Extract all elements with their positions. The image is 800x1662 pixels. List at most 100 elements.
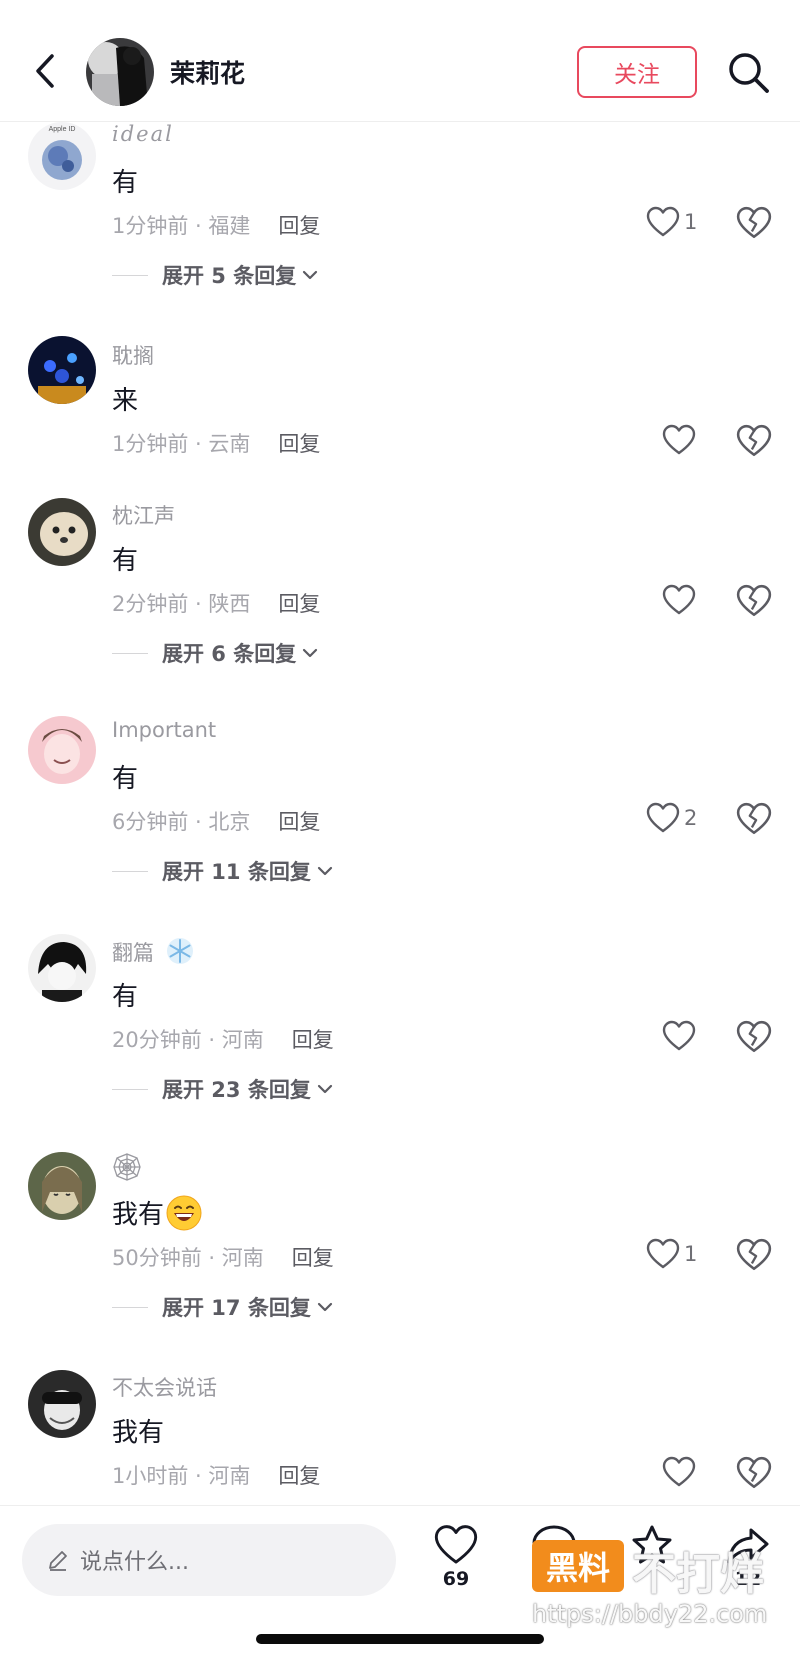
like-button[interactable]: [662, 1456, 700, 1488]
watermark-url: https://bbdy22.com: [532, 1600, 768, 1628]
like-video-button[interactable]: 69: [426, 1524, 486, 1590]
dislike-button[interactable]: [736, 1456, 772, 1490]
comment-avatar[interactable]: [28, 1370, 96, 1438]
heart-icon: [662, 584, 696, 615]
divider-line: [112, 870, 148, 872]
reply-button[interactable]: 回复: [278, 214, 320, 238]
like-button[interactable]: [662, 424, 700, 456]
comment-meta: 6分钟前 · 北京 回复: [112, 806, 320, 836]
expand-replies-button[interactable]: 展开 5 条回复: [112, 260, 318, 290]
heart-icon: [646, 206, 680, 237]
like-button[interactable]: 2: [646, 802, 697, 834]
comment-text-row: 我有: [112, 1194, 202, 1231]
expand-replies-label: 展开 5 条回复: [162, 264, 297, 288]
divider-line: [112, 274, 148, 276]
svg-text:Apple ID: Apple ID: [49, 126, 76, 133]
expand-replies-button[interactable]: 展开 17 条回复: [112, 1292, 333, 1322]
dislike-button[interactable]: [736, 206, 772, 240]
expand-replies-button[interactable]: 展开 6 条回复: [112, 638, 318, 668]
comment-username[interactable]: Important: [112, 718, 216, 742]
comment-text: 有: [112, 546, 139, 576]
chevron-down-icon: [317, 866, 332, 876]
reply-button[interactable]: 回复: [278, 432, 320, 456]
watermark-badge: 黑料: [532, 1540, 624, 1592]
dislike-button[interactable]: [736, 1020, 772, 1054]
comment-avatar[interactable]: Apple ID: [28, 122, 96, 190]
dislike-button[interactable]: [736, 584, 772, 618]
divider-line: [112, 1306, 148, 1308]
comment-avatar[interactable]: [28, 336, 96, 404]
broken-heart-icon: [736, 1020, 772, 1053]
search-icon: [729, 53, 769, 93]
search-button[interactable]: [726, 50, 772, 96]
divider-line: [112, 652, 148, 654]
comment-meta: 2分钟前 · 陕西 回复: [112, 588, 320, 618]
heart-icon: [662, 1020, 696, 1051]
reply-button[interactable]: 回复: [292, 1246, 334, 1270]
comment-username[interactable]: 翻篇: [112, 941, 154, 965]
reply-button[interactable]: 回复: [292, 1028, 334, 1052]
comment-username-row[interactable]: 翻篇: [112, 936, 195, 967]
comment-input-placeholder: 说点什么...: [80, 1550, 189, 1575]
comment-meta: 50分钟前 · 河南 回复: [112, 1242, 334, 1272]
chevron-left-icon: [36, 54, 54, 88]
like-count: 2: [684, 806, 698, 830]
like-count: 1: [684, 210, 698, 234]
follow-button[interactable]: 关注: [577, 46, 697, 98]
like-button[interactable]: 1: [646, 1238, 697, 1270]
expand-replies-button[interactable]: 展开 11 条回复: [112, 856, 333, 886]
top-bar: 茉莉花 关注: [0, 0, 800, 122]
comment-text: 我有: [112, 1200, 165, 1230]
comment-username[interactable]: 不太会说话: [112, 1372, 217, 1402]
home-indicator[interactable]: [256, 1634, 544, 1644]
comment-time-location: 20分钟前 · 河南: [112, 1028, 264, 1052]
comment-meta: 20分钟前 · 河南 回复: [112, 1024, 334, 1054]
comment-text: 我有: [112, 1418, 165, 1448]
broken-heart-icon: [736, 1238, 772, 1271]
comment-time-location: 6分钟前 · 北京: [112, 810, 251, 834]
comment-avatar[interactable]: [28, 716, 96, 784]
broken-heart-icon: [736, 584, 772, 617]
like-button[interactable]: 1: [646, 206, 697, 238]
comment-username[interactable]: ideal: [112, 122, 174, 146]
chevron-down-icon: [303, 270, 318, 280]
heart-icon: [662, 1456, 696, 1487]
dislike-button[interactable]: [736, 424, 772, 458]
likes-count: 69: [442, 1568, 470, 1590]
comment-avatar[interactable]: [28, 1152, 96, 1220]
grinning-face-emoji-icon: [166, 1195, 202, 1230]
expand-replies-label: 展开 6 条回复: [162, 642, 297, 666]
comment-text: 有: [112, 982, 139, 1012]
comment-time-location: 2分钟前 · 陕西: [112, 592, 251, 616]
comment-username[interactable]: 耽搁: [112, 340, 154, 370]
comment-username-row[interactable]: [112, 1152, 142, 1187]
comment-avatar[interactable]: [28, 498, 96, 566]
like-button[interactable]: [662, 584, 700, 616]
reply-button[interactable]: 回复: [278, 1464, 320, 1488]
expand-replies-button[interactable]: 展开 23 条回复: [112, 1074, 333, 1104]
comment-text: 来: [112, 386, 139, 416]
like-button[interactable]: [662, 1020, 700, 1052]
heart-icon: [434, 1525, 478, 1564]
comment-username[interactable]: 枕江声: [112, 500, 175, 530]
comment-text: 有: [112, 168, 139, 198]
back-button[interactable]: [24, 48, 70, 94]
chevron-down-icon: [303, 648, 318, 658]
comment-avatar[interactable]: [28, 934, 96, 1002]
comment-meta: 1分钟前 · 云南 回复: [112, 428, 320, 458]
dislike-button[interactable]: [736, 802, 772, 836]
header-username[interactable]: 茉莉花: [170, 54, 245, 90]
divider-line: [112, 1088, 148, 1090]
heart-icon: [662, 424, 696, 455]
header-avatar[interactable]: [86, 38, 154, 106]
reply-button[interactable]: 回复: [278, 810, 320, 834]
expand-replies-label: 展开 23 条回复: [162, 1078, 311, 1102]
comment-input[interactable]: 说点什么...: [22, 1524, 396, 1596]
comment-meta: 1分钟前 · 福建 回复: [112, 210, 320, 240]
dislike-button[interactable]: [736, 1238, 772, 1272]
spiderweb-icon: [113, 1153, 141, 1181]
reply-button[interactable]: 回复: [278, 592, 320, 616]
heart-icon: [646, 802, 680, 833]
comment-text: 有: [112, 764, 139, 794]
expand-replies-label: 展开 11 条回复: [162, 860, 311, 884]
